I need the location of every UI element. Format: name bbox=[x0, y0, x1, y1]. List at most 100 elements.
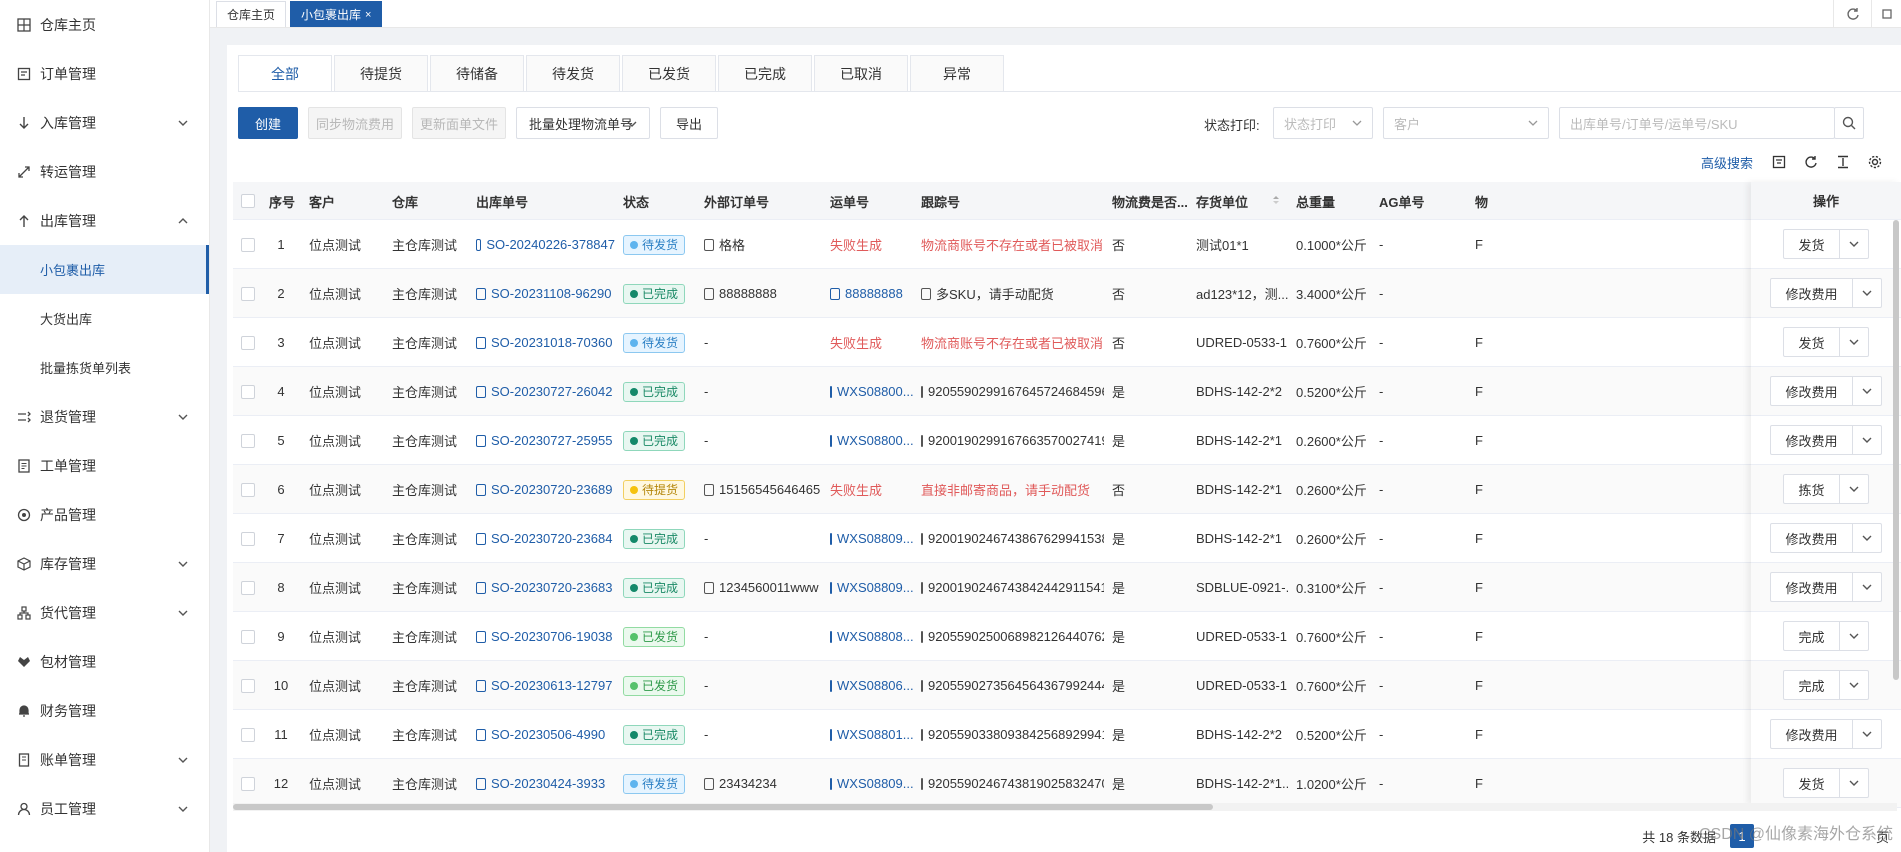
action-button[interactable]: 完成 bbox=[1784, 622, 1840, 650]
waybill-link[interactable]: WXS08801... bbox=[837, 727, 913, 742]
waybill-link[interactable]: WXS08806... bbox=[837, 678, 913, 693]
status-tab[interactable]: 异常 bbox=[910, 55, 1004, 91]
filter-icon[interactable] bbox=[1769, 152, 1789, 172]
action-button[interactable]: 修改费用 bbox=[1771, 377, 1853, 405]
waybill-link[interactable]: WXS08809... bbox=[837, 531, 913, 546]
sidebar-item[interactable]: 订单管理 bbox=[0, 49, 209, 98]
row-checkbox[interactable] bbox=[241, 482, 255, 497]
row-checkbox[interactable] bbox=[241, 678, 255, 693]
sidebar-item[interactable]: 货代管理 bbox=[0, 588, 209, 637]
copy-icon[interactable] bbox=[476, 336, 486, 349]
search-input[interactable]: 出库单号/订单号/运单号/SKU bbox=[1559, 107, 1835, 139]
sidebar-item[interactable]: 批量拣货单列表 bbox=[0, 343, 209, 392]
chevron-down-icon[interactable] bbox=[1840, 475, 1868, 503]
status-tab[interactable]: 已发货 bbox=[622, 55, 716, 91]
chevron-down-icon[interactable] bbox=[1840, 230, 1868, 258]
status-tab[interactable]: 已取消 bbox=[814, 55, 908, 91]
top-tab-warehouse-home[interactable]: 仓库主页 bbox=[216, 1, 287, 27]
copy-icon[interactable] bbox=[704, 287, 714, 300]
sidebar-item[interactable]: 工单管理 bbox=[0, 441, 209, 490]
table-row[interactable]: 8 位点测试 主仓库测试 SO-20230720-23683 已完成 1234560011… bbox=[233, 563, 1897, 612]
copy-icon[interactable] bbox=[830, 728, 832, 741]
order-number-link[interactable]: SO-20230727-25955 bbox=[491, 433, 612, 448]
table-row[interactable]: 11 位点测试 主仓库测试 SO-20230506-4990 已完成 - WXS08801.… bbox=[233, 710, 1897, 759]
copy-icon[interactable] bbox=[830, 434, 832, 447]
table-row[interactable]: 4 位点测试 主仓库测试 SO-20230727-26042 已完成 - WXS08800.… bbox=[233, 367, 1897, 416]
action-button[interactable]: 发货 bbox=[1784, 230, 1840, 258]
copy-icon[interactable] bbox=[476, 728, 486, 741]
copy-icon[interactable] bbox=[830, 532, 832, 545]
copy-icon[interactable] bbox=[476, 385, 486, 398]
select-all-checkbox[interactable] bbox=[241, 194, 255, 208]
waybill-link[interactable]: 88888888 bbox=[845, 286, 903, 301]
table-row[interactable]: 9 位点测试 主仓库测试 SO-20230706-19038 已发货 - WXS08808.… bbox=[233, 612, 1897, 661]
status-tab[interactable]: 全部 bbox=[238, 55, 332, 91]
copy-icon[interactable] bbox=[921, 434, 923, 447]
sidebar-item[interactable]: 账单管理 bbox=[0, 735, 209, 784]
row-checkbox[interactable] bbox=[241, 237, 255, 252]
copy-icon[interactable] bbox=[830, 679, 832, 692]
sidebar-item[interactable]: 小包裹出库 bbox=[0, 245, 209, 294]
advanced-search-link[interactable]: 高级搜索 bbox=[1701, 153, 1753, 172]
copy-icon[interactable] bbox=[704, 777, 714, 790]
copy-icon[interactable] bbox=[921, 385, 923, 398]
sidebar-item[interactable]: 退货管理 bbox=[0, 392, 209, 441]
order-number-link[interactable]: SO-20230727-26042 bbox=[491, 384, 612, 399]
waybill-link[interactable]: WXS08800... bbox=[837, 384, 913, 399]
order-number-link[interactable]: SO-20230720-23683 bbox=[491, 580, 612, 595]
copy-icon[interactable] bbox=[704, 483, 714, 496]
sync-fee-button[interactable]: 同步物流费用 bbox=[308, 107, 402, 139]
waybill-link[interactable]: WXS08809... bbox=[837, 580, 913, 595]
order-number-link[interactable]: SO-20231108-96290 bbox=[491, 286, 611, 301]
copy-icon[interactable] bbox=[921, 532, 923, 545]
table-row[interactable]: 2 位点测试 主仓库测试 SO-20231108-96290 已完成 88888888 88… bbox=[233, 269, 1897, 318]
copy-icon[interactable] bbox=[476, 238, 482, 251]
vertical-scrollbar[interactable] bbox=[1893, 220, 1899, 680]
sidebar-item[interactable]: 员工管理 bbox=[0, 784, 209, 833]
action-button[interactable]: 完成 bbox=[1784, 671, 1840, 699]
status-tab[interactable]: 已完成 bbox=[718, 55, 812, 91]
action-button[interactable]: 发货 bbox=[1784, 328, 1840, 356]
copy-icon[interactable] bbox=[830, 581, 832, 594]
copy-icon[interactable] bbox=[921, 679, 923, 692]
sidebar-item[interactable]: 仓库主页 bbox=[0, 0, 209, 49]
sidebar-item[interactable]: 大货出库 bbox=[0, 294, 209, 343]
sidebar-item[interactable]: 出库管理 bbox=[0, 196, 209, 245]
row-checkbox[interactable] bbox=[241, 433, 255, 448]
table-row[interactable]: 12 位点测试 主仓库测试 SO-20230424-3933 待发货 23434234 WX… bbox=[233, 759, 1897, 805]
action-button[interactable]: 修改费用 bbox=[1771, 524, 1853, 552]
copy-icon[interactable] bbox=[830, 630, 832, 643]
copy-icon[interactable] bbox=[704, 581, 714, 594]
row-height-icon[interactable] bbox=[1833, 152, 1853, 172]
copy-icon[interactable] bbox=[476, 287, 486, 300]
settings-gear-icon[interactable] bbox=[1865, 152, 1885, 172]
copy-icon[interactable] bbox=[921, 777, 923, 790]
status-tab[interactable]: 待发货 bbox=[526, 55, 620, 91]
chevron-down-icon[interactable] bbox=[1840, 769, 1868, 797]
copy-icon[interactable] bbox=[476, 777, 486, 790]
status-tab[interactable]: 待提货 bbox=[334, 55, 428, 91]
row-checkbox[interactable] bbox=[241, 531, 255, 546]
export-button[interactable]: 导出 bbox=[660, 107, 718, 139]
action-button[interactable]: 修改费用 bbox=[1771, 720, 1853, 748]
close-icon[interactable]: × bbox=[365, 3, 371, 27]
row-checkbox[interactable] bbox=[241, 727, 255, 742]
copy-icon[interactable] bbox=[704, 238, 714, 251]
row-checkbox[interactable] bbox=[241, 384, 255, 399]
batch-waybill-dropdown[interactable]: 批量处理物流单号 bbox=[516, 107, 650, 139]
chevron-down-icon[interactable] bbox=[1853, 279, 1881, 307]
copy-icon[interactable] bbox=[476, 630, 486, 643]
refresh-icon[interactable] bbox=[1833, 0, 1871, 28]
waybill-link[interactable]: WXS08809... bbox=[837, 776, 913, 791]
order-number-link[interactable]: SO-20230613-12797 bbox=[491, 678, 612, 693]
waybill-link[interactable]: WXS08808... bbox=[837, 629, 913, 644]
copy-icon[interactable] bbox=[921, 287, 931, 300]
action-button[interactable]: 拣货 bbox=[1784, 475, 1840, 503]
status-print-select[interactable]: 状态打印 bbox=[1273, 107, 1373, 139]
chevron-down-icon[interactable] bbox=[1840, 622, 1868, 650]
table-row[interactable]: 10 位点测试 主仓库测试 SO-20230613-12797 已发货 - WXS08806… bbox=[233, 661, 1897, 710]
copy-icon[interactable] bbox=[921, 581, 923, 594]
copy-icon[interactable] bbox=[476, 581, 486, 594]
create-button[interactable]: 创建 bbox=[238, 107, 298, 139]
copy-icon[interactable] bbox=[830, 777, 832, 790]
